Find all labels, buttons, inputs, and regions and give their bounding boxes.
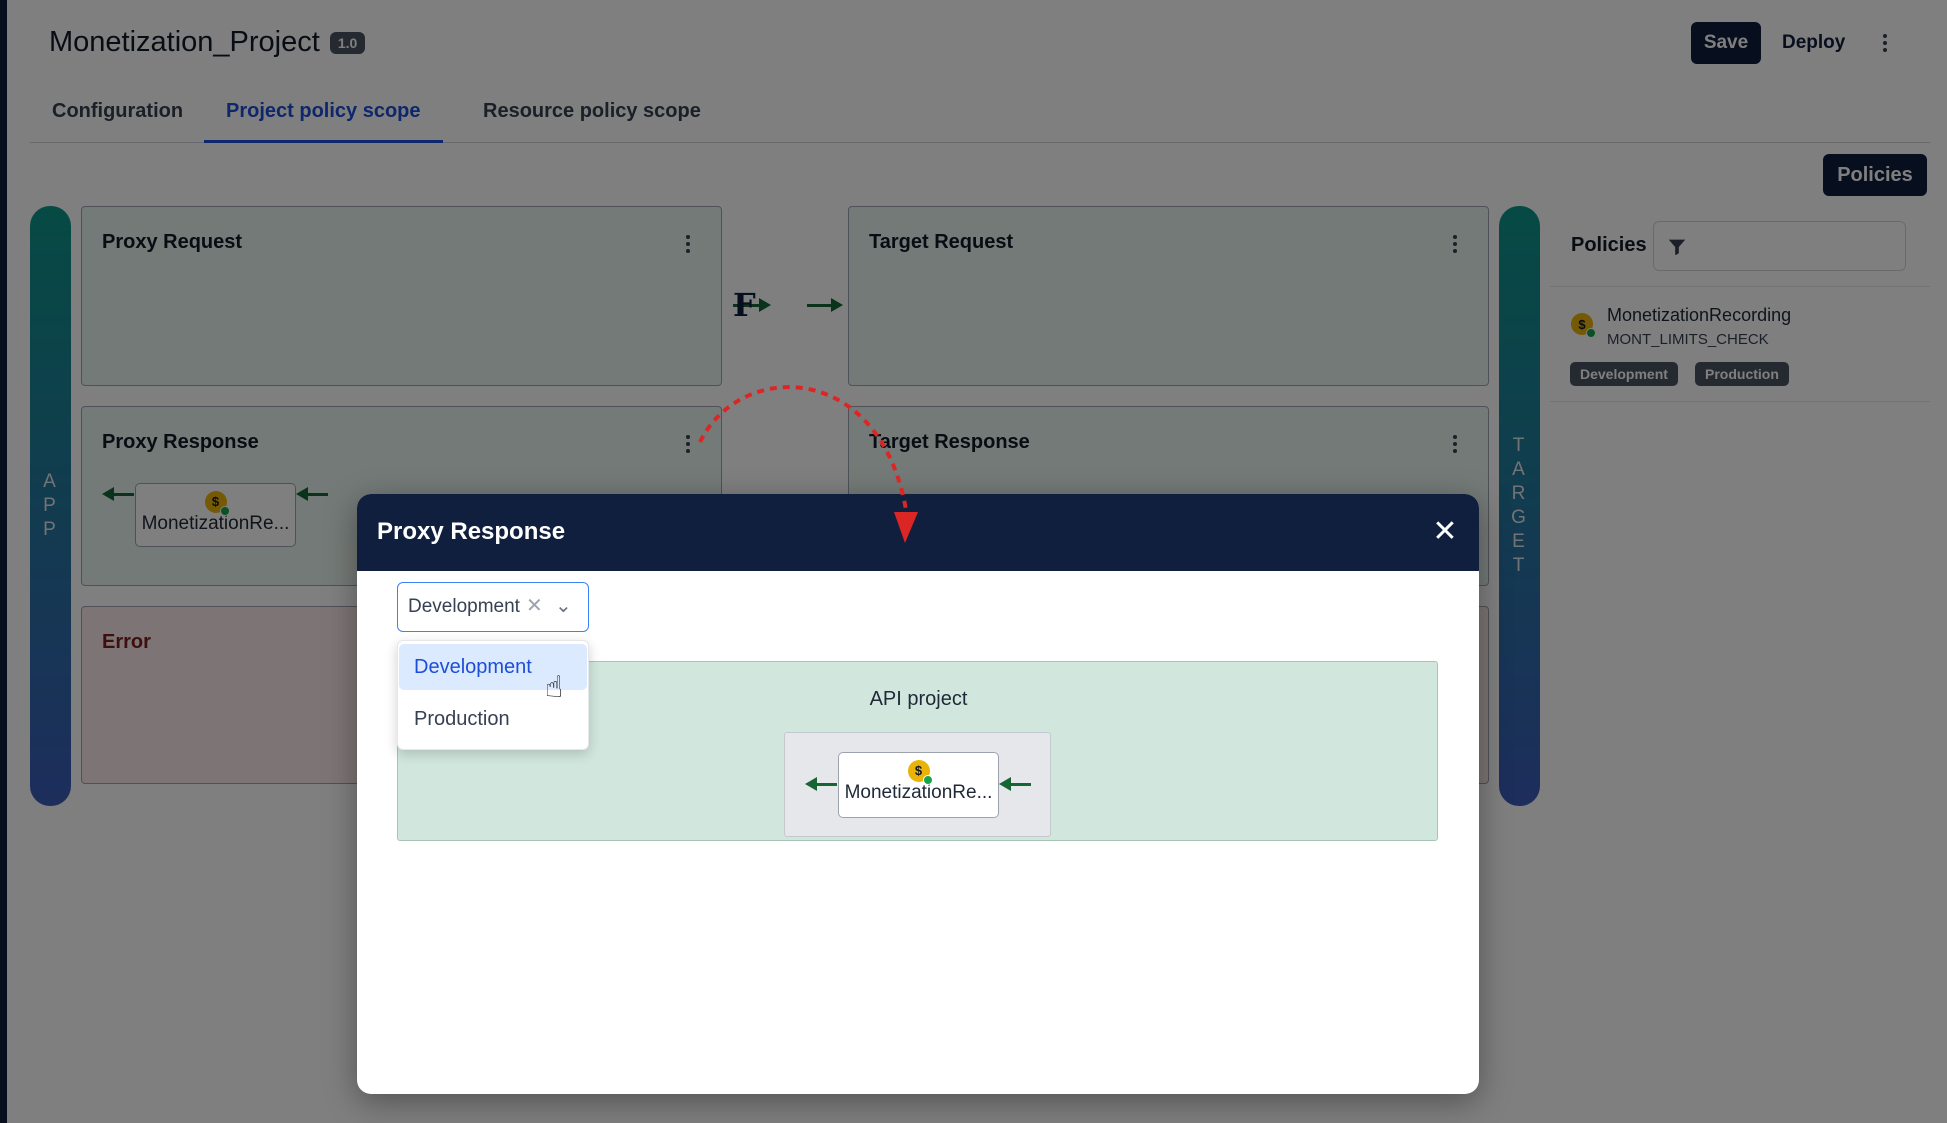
clear-icon[interactable]: ✕ — [526, 593, 543, 618]
scope-flow: $ MonetizationRe... — [784, 732, 1051, 837]
select-value: Development — [408, 596, 520, 617]
close-icon[interactable]: ✕ — [1425, 512, 1465, 552]
flow-arrow-line — [1009, 783, 1031, 786]
monetization-icon: $ — [907, 759, 933, 785]
flow-arrow-line — [815, 783, 837, 786]
modal-title: Proxy Response — [377, 518, 566, 545]
policy-chip-label: MonetizationRe... — [844, 781, 993, 803]
chevron-down-icon[interactable]: ⌄ — [555, 593, 572, 618]
environment-select[interactable]: Development ✕ ⌄ — [397, 582, 589, 632]
modal-header: Proxy Response ✕ — [357, 494, 1479, 571]
proxy-response-modal: Proxy Response ✕ API project $ Monetizat… — [357, 494, 1479, 1094]
hand-pointer-icon: ☝ — [545, 671, 564, 704]
policy-chip[interactable]: $ MonetizationRe... — [838, 752, 999, 818]
